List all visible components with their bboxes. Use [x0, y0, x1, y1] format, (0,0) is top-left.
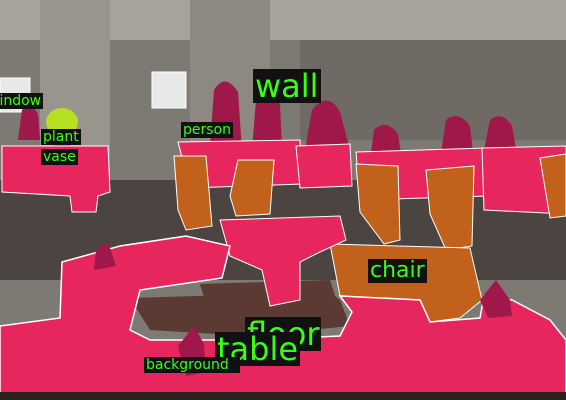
- label-wall: wall: [253, 67, 321, 105]
- label-window: window: [0, 93, 44, 109]
- label-chair: chair: [368, 258, 427, 283]
- window-region-2: [151, 71, 187, 109]
- table-region: [295, 143, 353, 189]
- label-vase: vase: [41, 149, 78, 165]
- label-background: background: [144, 357, 240, 373]
- chair-region: [229, 159, 275, 217]
- person-region: [210, 81, 242, 150]
- segmentation-scene: window plant vase person wall chair floo…: [0, 0, 566, 400]
- label-person: person: [181, 122, 233, 138]
- label-plant: plant: [41, 129, 81, 145]
- background-region: [0, 392, 566, 400]
